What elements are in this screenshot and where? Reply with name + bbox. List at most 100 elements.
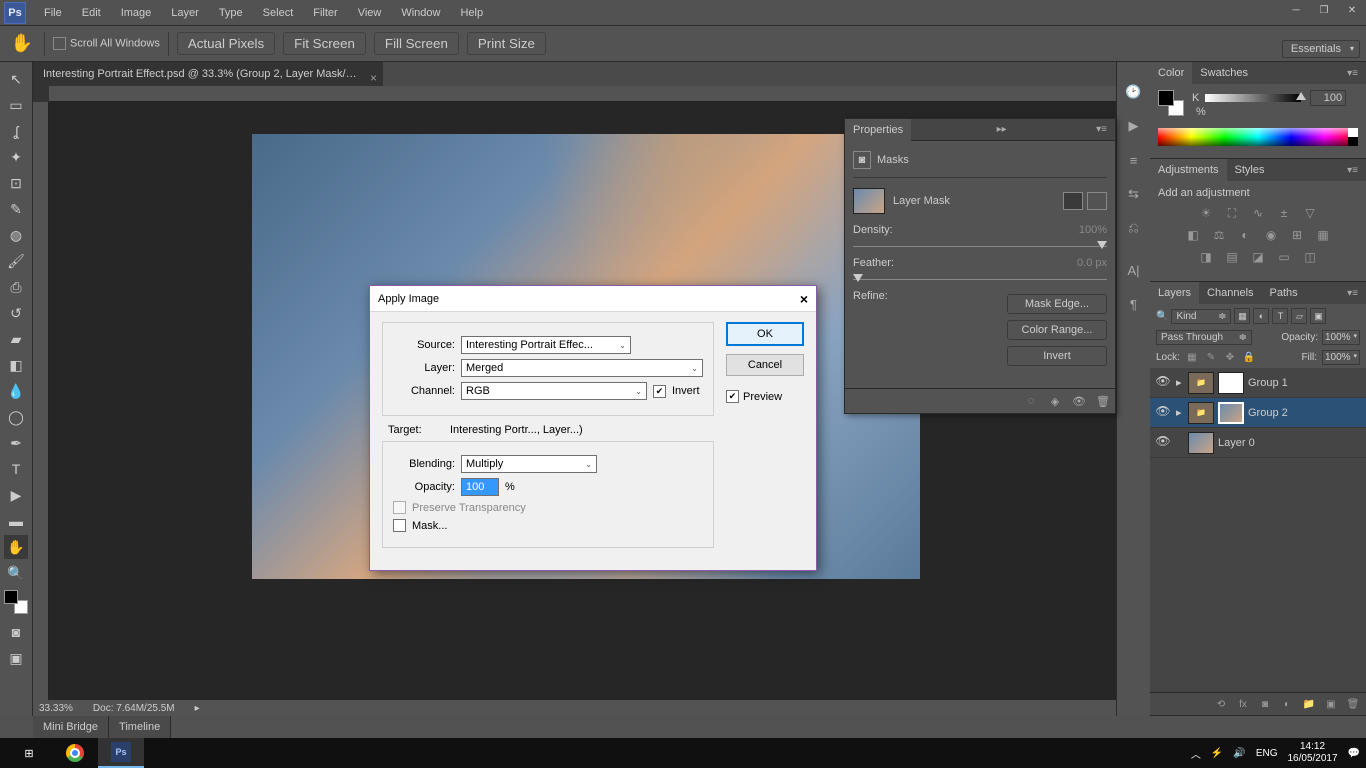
channel-mixer-icon[interactable]: ⊞ <box>1288 227 1306 243</box>
crop-tool[interactable]: ⊡ <box>4 171 28 195</box>
photoshop-taskbar-icon[interactable]: Ps <box>98 738 144 768</box>
menu-help[interactable]: Help <box>450 0 493 26</box>
character-panel-icon[interactable]: A| <box>1124 260 1144 280</box>
layer-effects-icon[interactable]: fx <box>1234 696 1252 712</box>
rectangle-tool[interactable]: ▬ <box>4 509 28 533</box>
filter-adjust-icon[interactable]: ◐ <box>1253 308 1269 324</box>
dodge-tool[interactable]: ◯ <box>4 405 28 429</box>
scroll-all-checkbox[interactable]: Scroll All Windows <box>53 37 160 50</box>
curves-icon[interactable]: ∿ <box>1249 205 1267 221</box>
panel-menu-icon[interactable]: ▾≡ <box>1343 68 1362 79</box>
levels-icon[interactable]: ⛶ <box>1223 205 1241 221</box>
new-group-icon[interactable]: 📁 <box>1300 696 1318 712</box>
fill-input[interactable]: 100%▾ <box>1322 350 1360 365</box>
tab-timeline[interactable]: Timeline <box>109 716 171 738</box>
menu-layer[interactable]: Layer <box>161 0 209 26</box>
layer-name[interactable]: Group 2 <box>1248 407 1288 419</box>
posterize-icon[interactable]: ▤ <box>1223 249 1241 265</box>
filter-kind-select[interactable]: Kind≑ <box>1171 309 1231 324</box>
actual-pixels-button[interactable]: Actual Pixels <box>177 32 275 55</box>
apply-mask-icon[interactable]: ◈ <box>1047 393 1063 409</box>
opacity-input[interactable]: 100%▾ <box>1322 330 1360 345</box>
workspace-switcher[interactable]: Essentials <box>1282 40 1360 58</box>
path-selection-tool[interactable]: ▶ <box>4 483 28 507</box>
source-select[interactable]: Interesting Portrait Effec...⌄ <box>461 336 631 354</box>
volume-icon[interactable]: 🔊 <box>1233 748 1245 759</box>
document-tab[interactable]: Interesting Portrait Effect.psd @ 33.3% … <box>33 62 383 86</box>
menu-select[interactable]: Select <box>253 0 304 26</box>
visibility-toggle[interactable]: 👁 <box>1154 374 1172 392</box>
color-spectrum[interactable] <box>1158 128 1358 146</box>
chrome-taskbar-icon[interactable] <box>52 738 98 768</box>
filter-pixel-icon[interactable]: ▦ <box>1234 308 1250 324</box>
quick-mask-toggle[interactable]: ◙ <box>4 620 28 644</box>
tab-styles[interactable]: Styles <box>1227 159 1273 181</box>
invert-checkbox[interactable] <box>653 385 666 398</box>
wifi-icon[interactable]: ⚡ <box>1211 748 1223 759</box>
minimize-button[interactable]: ─ <box>1282 0 1310 20</box>
close-tab-icon[interactable]: × <box>370 66 377 86</box>
brush-presets-icon[interactable]: ≡ <box>1124 150 1144 170</box>
brush-tool[interactable]: 🖌 <box>4 249 28 273</box>
paragraph-panel-icon[interactable]: ¶ <box>1124 294 1144 314</box>
delete-layer-icon[interactable]: 🗑 <box>1344 696 1362 712</box>
invert-button[interactable]: Invert <box>1007 346 1107 366</box>
history-panel-icon[interactable]: 🕑 <box>1124 82 1144 102</box>
type-tool[interactable]: T <box>4 457 28 481</box>
actions-panel-icon[interactable]: ▶ <box>1124 116 1144 136</box>
density-slider[interactable] <box>853 246 1107 247</box>
menu-image[interactable]: Image <box>111 0 162 26</box>
print-size-button[interactable]: Print Size <box>467 32 546 55</box>
close-button[interactable]: ✕ <box>1338 0 1366 20</box>
eyedropper-tool[interactable]: ✎ <box>4 197 28 221</box>
tab-mini-bridge[interactable]: Mini Bridge <box>33 716 109 738</box>
restore-button[interactable]: ❐ <box>1310 0 1338 20</box>
lock-all-icon[interactable]: 🔒 <box>1242 351 1256 365</box>
fit-screen-button[interactable]: Fit Screen <box>283 32 366 55</box>
filter-shape-icon[interactable]: ▱ <box>1291 308 1307 324</box>
brush-panel-icon[interactable]: ⇆ <box>1124 184 1144 204</box>
menu-edit[interactable]: Edit <box>72 0 111 26</box>
screen-mode-toggle[interactable]: ▣ <box>4 646 28 670</box>
link-layers-icon[interactable]: ⟲ <box>1212 696 1230 712</box>
layer-row[interactable]: 👁 ▸ 📁 Group 1 <box>1150 368 1366 398</box>
fg-bg-swatch[interactable] <box>1158 90 1184 116</box>
density-value[interactable]: 100% <box>1053 224 1107 236</box>
mask-edge-button[interactable]: Mask Edge... <box>1007 294 1107 314</box>
panel-menu-icon[interactable]: ▾≡ <box>1343 165 1362 176</box>
pixel-mask-button[interactable] <box>1063 192 1083 210</box>
color-lookup-icon[interactable]: ▦ <box>1314 227 1332 243</box>
fill-screen-button[interactable]: Fill Screen <box>374 32 459 55</box>
opacity-input[interactable]: 100 <box>461 478 499 496</box>
layer-row[interactable]: 👁 Layer 0 <box>1150 428 1366 458</box>
tab-channels[interactable]: Channels <box>1199 282 1261 304</box>
menu-type[interactable]: Type <box>209 0 253 26</box>
dialog-close-icon[interactable]: × <box>800 291 808 307</box>
lasso-tool[interactable]: ʆ <box>4 119 28 143</box>
status-arrow-icon[interactable]: ▸ <box>195 703 200 714</box>
blending-select[interactable]: Multiply⌄ <box>461 455 597 473</box>
layer-name[interactable]: Group 1 <box>1248 377 1288 389</box>
zoom-tool[interactable]: 🔍 <box>4 561 28 585</box>
photo-filter-icon[interactable]: ◉ <box>1262 227 1280 243</box>
tab-swatches[interactable]: Swatches <box>1192 62 1256 84</box>
healing-brush-tool[interactable]: ◍ <box>4 223 28 247</box>
tab-layers[interactable]: Layers <box>1150 282 1199 304</box>
tab-adjustments[interactable]: Adjustments <box>1150 159 1227 181</box>
lock-position-icon[interactable]: ✥ <box>1223 351 1237 365</box>
tray-chevron-icon[interactable]: ︿ <box>1191 746 1201 761</box>
new-adjustment-icon[interactable]: ◐ <box>1278 696 1296 712</box>
color-swatches[interactable] <box>4 590 28 614</box>
black-white-icon[interactable]: ◐ <box>1236 227 1254 243</box>
blur-tool[interactable]: 💧 <box>4 379 28 403</box>
vector-mask-button[interactable] <box>1087 192 1107 210</box>
load-selection-icon[interactable]: ◌ <box>1023 393 1039 409</box>
visibility-toggle[interactable]: 👁 <box>1154 404 1172 422</box>
gradient-map-icon[interactable]: ▭ <box>1275 249 1293 265</box>
language-indicator[interactable]: ENG <box>1256 748 1278 759</box>
cancel-button[interactable]: Cancel <box>726 354 804 376</box>
blend-mode-select[interactable]: Pass Through≑ <box>1156 330 1252 345</box>
mask-checkbox[interactable] <box>393 519 406 532</box>
clock[interactable]: 14:12 16/05/2017 <box>1287 741 1337 765</box>
hue-sat-icon[interactable]: ◧ <box>1184 227 1202 243</box>
